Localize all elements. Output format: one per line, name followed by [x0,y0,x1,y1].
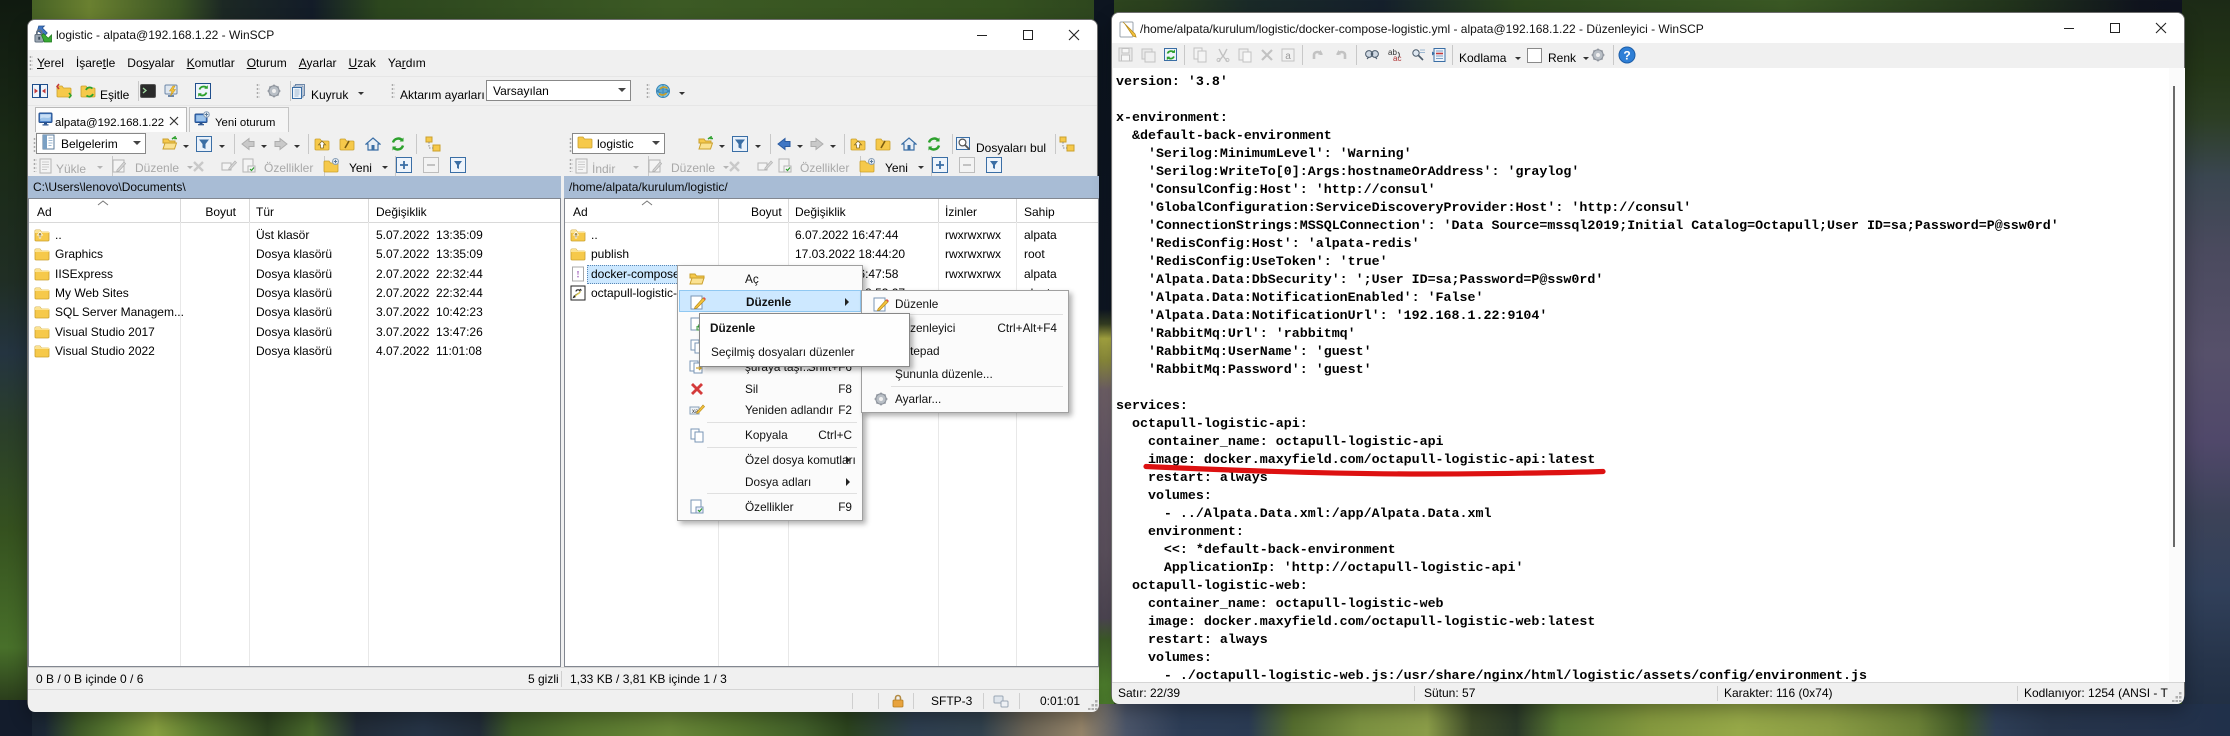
svg-text:?: ? [1623,49,1630,63]
svg-text:!: ! [577,269,580,279]
svg-text:ac: ac [1393,54,1401,63]
svg-text:a: a [1285,51,1291,62]
